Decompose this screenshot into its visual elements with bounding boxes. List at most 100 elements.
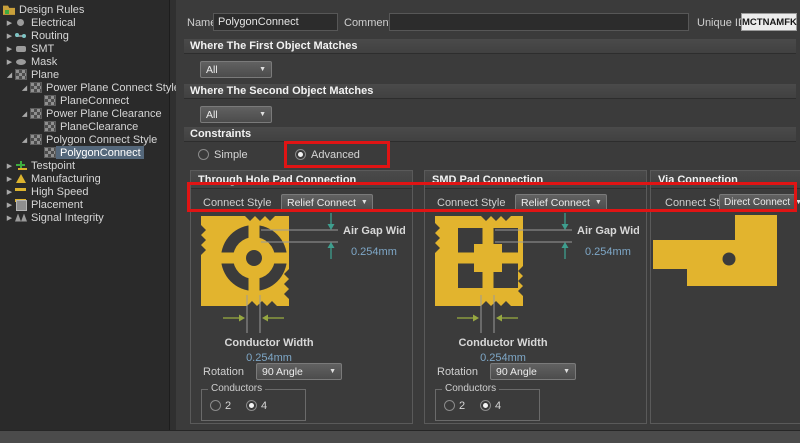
expand-collapsed-icon[interactable]: ▶	[4, 201, 15, 209]
spoke-north	[249, 223, 260, 240]
tree-item-routing[interactable]: ▶ Routing	[0, 29, 169, 42]
via-connect-style-dropdown[interactable]: Direct Connect ▼	[719, 194, 797, 211]
tree-item-high-speed[interactable]: ▶ High Speed	[0, 185, 169, 198]
air-gap-arrows	[562, 213, 569, 259]
design-rules-folder-icon	[3, 4, 15, 16]
conductors-4-label: 4	[495, 400, 501, 412]
tree-item-label: Placement	[31, 199, 83, 211]
tree-item-plane[interactable]: ◢ Plane	[0, 68, 169, 81]
chevron-down-icon: ▼	[795, 199, 800, 206]
through-hole-rotation-dropdown[interactable]: 90 Angle ▼	[256, 363, 342, 380]
via-panel-title: Via Connection	[651, 171, 800, 189]
advanced-mode-label: Advanced	[311, 149, 360, 161]
drill-hole	[246, 250, 262, 266]
tree-item-placement[interactable]: ▶ Placement	[0, 198, 169, 211]
conductor-width-arrows	[457, 315, 518, 322]
expand-collapsed-icon[interactable]: ▶	[4, 175, 15, 183]
expand-collapsed-icon[interactable]: ▶	[4, 188, 15, 196]
tree-item-smt[interactable]: ▶ SMT	[0, 42, 169, 55]
tree-item-planeconnect[interactable]: PlaneConnect	[0, 94, 169, 107]
smd-pad-connection-panel: SMD Pad Connection Connect Style Relief …	[424, 170, 647, 424]
expand-collapsed-icon[interactable]: ▶	[4, 214, 15, 222]
conductors-2-label: 2	[459, 400, 465, 412]
unique-id-label: Unique ID	[697, 17, 746, 29]
first-object-matches-header: Where The First Object Matches	[184, 39, 796, 54]
simple-mode-radio[interactable]	[198, 149, 209, 160]
expand-expanded-icon[interactable]: ◢	[19, 136, 30, 144]
tree-item-planeclearance[interactable]: PlaneClearance	[0, 120, 169, 133]
through-hole-pad-connection-panel: Through Hole Pad Connection Connect Styl…	[190, 170, 413, 424]
expand-collapsed-icon[interactable]: ▶	[4, 162, 15, 170]
first-object-scope-dropdown[interactable]: All ▼	[200, 61, 272, 78]
tree-item-label: PlaneConnect	[60, 95, 129, 107]
air-gap-arrows	[328, 213, 335, 259]
tree-item-electrical[interactable]: ▶ Electrical	[0, 16, 169, 29]
name-input[interactable]	[213, 13, 338, 31]
tree-item-polygonconnect-selected[interactable]: PolygonConnect	[0, 146, 169, 159]
advanced-mode-radio[interactable]	[295, 149, 306, 160]
rotation-value: 90 Angle	[496, 366, 537, 378]
expand-collapsed-icon[interactable]: ▶	[4, 58, 15, 66]
conductor-width-label: Conductor Width	[458, 337, 547, 349]
polygon-connect-rule-dialog: Design Rules ▶ Electrical ▶ Routing ▶ SM…	[0, 0, 800, 443]
connect-style-label: Connect Style	[203, 197, 271, 209]
tree-item-label: Routing	[31, 30, 69, 42]
expand-collapsed-icon[interactable]: ▶	[4, 32, 15, 40]
expand-collapsed-icon[interactable]: ▶	[4, 19, 15, 27]
via-direct-connect-graphic	[651, 213, 800, 293]
chevron-down-icon: ▼	[563, 368, 570, 375]
tree-item-signal-integrity[interactable]: ▶ Signal Integrity	[0, 211, 169, 224]
conductors-2-radio[interactable]	[210, 400, 221, 411]
conductors-2-radio[interactable]	[444, 400, 455, 411]
smd-relief-pad-graphic: Air Gap Width 0.254mm Conductor Width 0.…	[427, 211, 639, 363]
comment-input[interactable]	[389, 13, 689, 31]
rotation-value: 90 Angle	[262, 366, 303, 378]
tree-item-polygon-connect-style[interactable]: ◢ Polygon Connect Style	[0, 133, 169, 146]
second-object-scope-dropdown[interactable]: All ▼	[200, 106, 272, 123]
tree-item-power-plane-clearance[interactable]: ◢ Power Plane Clearance	[0, 107, 169, 120]
tree-item-power-plane-connect-style[interactable]: ◢ Power Plane Connect Style	[0, 81, 169, 94]
expand-expanded-icon[interactable]: ◢	[19, 84, 30, 92]
tree-item-testpoint[interactable]: ▶ Testpoint	[0, 159, 169, 172]
rotation-label: Rotation	[203, 366, 244, 378]
thermal-relief-pad-graphic: Air Gap Width 0.254mm Conductor Width 0.…	[193, 211, 405, 363]
tree-item-label: Testpoint	[31, 160, 75, 172]
connect-style-value: Direct Connect	[724, 197, 790, 208]
smd-rotation-dropdown[interactable]: 90 Angle ▼	[490, 363, 576, 380]
connect-style-value: Relief Connect	[287, 197, 356, 209]
spoke-east	[272, 253, 289, 264]
expand-expanded-icon[interactable]: ◢	[4, 71, 15, 79]
air-gap-width-label: Air Gap Width	[343, 225, 405, 237]
constraints-header: Constraints	[184, 127, 796, 142]
rule-type-icon	[30, 134, 42, 145]
mask-icon	[15, 56, 27, 68]
smd-connect-style-dropdown[interactable]: Relief Connect ▼	[515, 194, 607, 211]
air-gap-width-value: 0.254mm	[585, 246, 631, 258]
rule-type-icon	[30, 82, 42, 93]
connect-style-label: Connect Style	[437, 197, 505, 209]
tree-item-mask[interactable]: ▶ Mask	[0, 55, 169, 68]
tree-item-label: SMT	[31, 43, 54, 55]
second-object-scope-value: All	[206, 109, 218, 121]
second-object-matches-header: Where The Second Object Matches	[184, 84, 796, 99]
tree-item-design-rules[interactable]: Design Rules	[0, 3, 169, 16]
tree-item-manufacturing[interactable]: ▶ Manufacturing	[0, 172, 169, 185]
connect-style-value: Relief Connect	[521, 197, 590, 209]
chevron-down-icon: ▼	[595, 199, 602, 206]
chevron-down-icon: ▼	[259, 111, 266, 118]
expand-expanded-icon[interactable]: ◢	[19, 110, 30, 118]
rotation-label: Rotation	[437, 366, 478, 378]
name-label: Name	[187, 17, 216, 29]
expand-collapsed-icon[interactable]: ▶	[4, 45, 15, 53]
tree-item-label: Manufacturing	[31, 173, 101, 185]
routing-icon	[15, 30, 27, 42]
conductors-4-radio[interactable]	[480, 400, 491, 411]
tree-item-label: Electrical	[31, 17, 76, 29]
simple-mode-label: Simple	[214, 149, 248, 161]
conductors-4-radio[interactable]	[246, 400, 257, 411]
testpoint-icon	[15, 160, 27, 172]
chevron-down-icon: ▼	[329, 368, 336, 375]
conductor-width-value: 0.254mm	[480, 352, 526, 363]
rule-icon	[44, 95, 56, 106]
through-hole-connect-style-dropdown[interactable]: Relief Connect ▼	[281, 194, 373, 211]
